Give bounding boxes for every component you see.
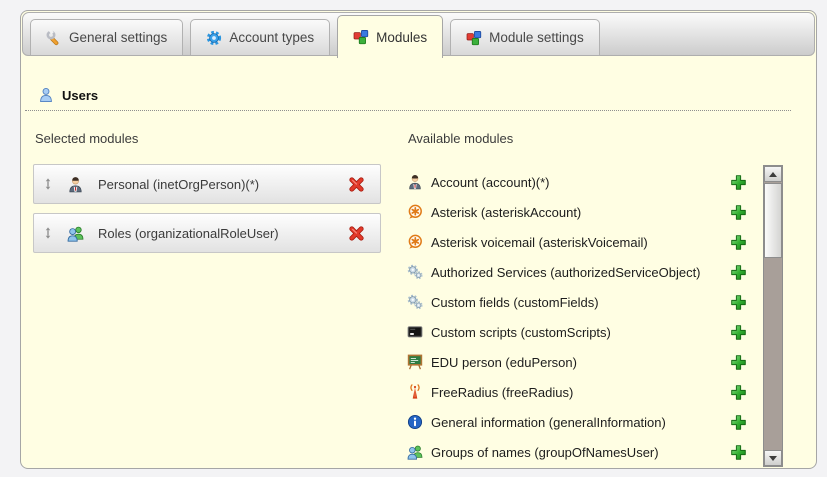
info-icon [407,414,423,430]
selected-modules-list: Personal (inetOrgPerson)(*) Roles (organ… [33,164,381,262]
blackboard-icon [407,354,423,370]
wrench-icon [46,30,62,46]
available-module-label: Asterisk (asteriskAccount) [431,205,730,220]
scrollbar-thumb[interactable] [764,183,782,258]
available-module-row: Authorized Services (authorizedServiceOb… [407,257,748,287]
add-icon[interactable] [730,384,747,401]
scrollbar-up-button[interactable] [764,166,782,182]
terminal-icon [407,324,423,340]
tab-bar: General settings Account types Modules M… [22,12,815,56]
person-icon [407,174,423,190]
module-blocks-icon [353,29,369,45]
available-module-label: General information (generalInformation) [431,415,730,430]
arrow-down-icon [769,456,777,461]
add-icon[interactable] [730,294,747,311]
available-module-row: General information (generalInformation) [407,407,748,437]
add-icon[interactable] [730,414,747,431]
add-icon[interactable] [730,204,747,221]
selected-modules-heading: Selected modules [35,131,138,146]
gears-icon [407,264,423,280]
add-icon[interactable] [730,354,747,371]
tab-account-types[interactable]: Account types [190,19,330,55]
selected-module-row[interactable]: Personal (inetOrgPerson)(*) [33,164,381,204]
scrollbar[interactable] [763,165,783,467]
configuration-panel: General settings Account types Modules M… [20,10,817,469]
arrow-up-icon [769,172,777,177]
available-module-row: Groups of names (groupOfNamesUser) [407,437,748,467]
add-icon[interactable] [730,234,747,251]
section-title: Users [62,88,98,103]
available-module-label: Groups of names (groupOfNamesUser) [431,445,730,460]
available-module-label: EDU person (eduPerson) [431,355,730,370]
antenna-icon [407,384,423,400]
gear-icon [206,30,222,46]
person-icon [67,176,84,193]
selected-module-label: Roles (organizationalRoleUser) [98,226,348,241]
drag-handle-icon[interactable] [42,227,54,239]
tab-label: Modules [376,30,427,45]
available-module-row: Account (account)(*) [407,167,748,197]
add-icon[interactable] [730,264,747,281]
delete-icon[interactable] [348,176,365,193]
available-modules-heading: Available modules [408,131,513,146]
add-icon[interactable] [730,444,747,461]
delete-icon[interactable] [348,225,365,242]
available-module-row: FreeRadius (freeRadius) [407,377,748,407]
tab-label: Module settings [489,30,584,45]
available-module-row: Custom scripts (customScripts) [407,317,748,347]
tab-label: Account types [229,30,314,45]
add-icon[interactable] [730,324,747,341]
available-module-label: FreeRadius (freeRadius) [431,385,730,400]
user-icon [38,87,54,103]
users-section-heading: Users [25,87,791,111]
add-icon[interactable] [730,174,747,191]
tab-modules[interactable]: Modules [337,15,443,58]
available-module-label: Asterisk voicemail (asteriskVoicemail) [431,235,730,250]
tab-general-settings[interactable]: General settings [30,19,183,55]
selected-module-label: Personal (inetOrgPerson)(*) [98,177,348,192]
asterisk-icon [407,204,423,220]
group-icon [67,225,84,242]
selected-module-row[interactable]: Roles (organizationalRoleUser) [33,213,381,253]
available-modules-list: Account (account)(*) Asterisk (asteriskA… [407,167,748,467]
tab-label: General settings [69,30,167,45]
available-module-label: Account (account)(*) [431,175,730,190]
asterisk-icon [407,234,423,250]
page-background: General settings Account types Modules M… [0,0,827,477]
available-module-row: Asterisk (asteriskAccount) [407,197,748,227]
available-module-row: Custom fields (customFields) [407,287,748,317]
available-module-row: EDU person (eduPerson) [407,347,748,377]
available-module-row: Asterisk voicemail (asteriskVoicemail) [407,227,748,257]
available-module-label: Custom fields (customFields) [431,295,730,310]
gears-icon [407,294,423,310]
group-icon [407,444,423,460]
scrollbar-down-button[interactable] [764,450,782,466]
drag-handle-icon[interactable] [42,178,54,190]
available-module-label: Authorized Services (authorizedServiceOb… [431,265,730,280]
tab-module-settings[interactable]: Module settings [450,19,600,55]
available-module-label: Custom scripts (customScripts) [431,325,730,340]
module-blocks-icon [466,30,482,46]
